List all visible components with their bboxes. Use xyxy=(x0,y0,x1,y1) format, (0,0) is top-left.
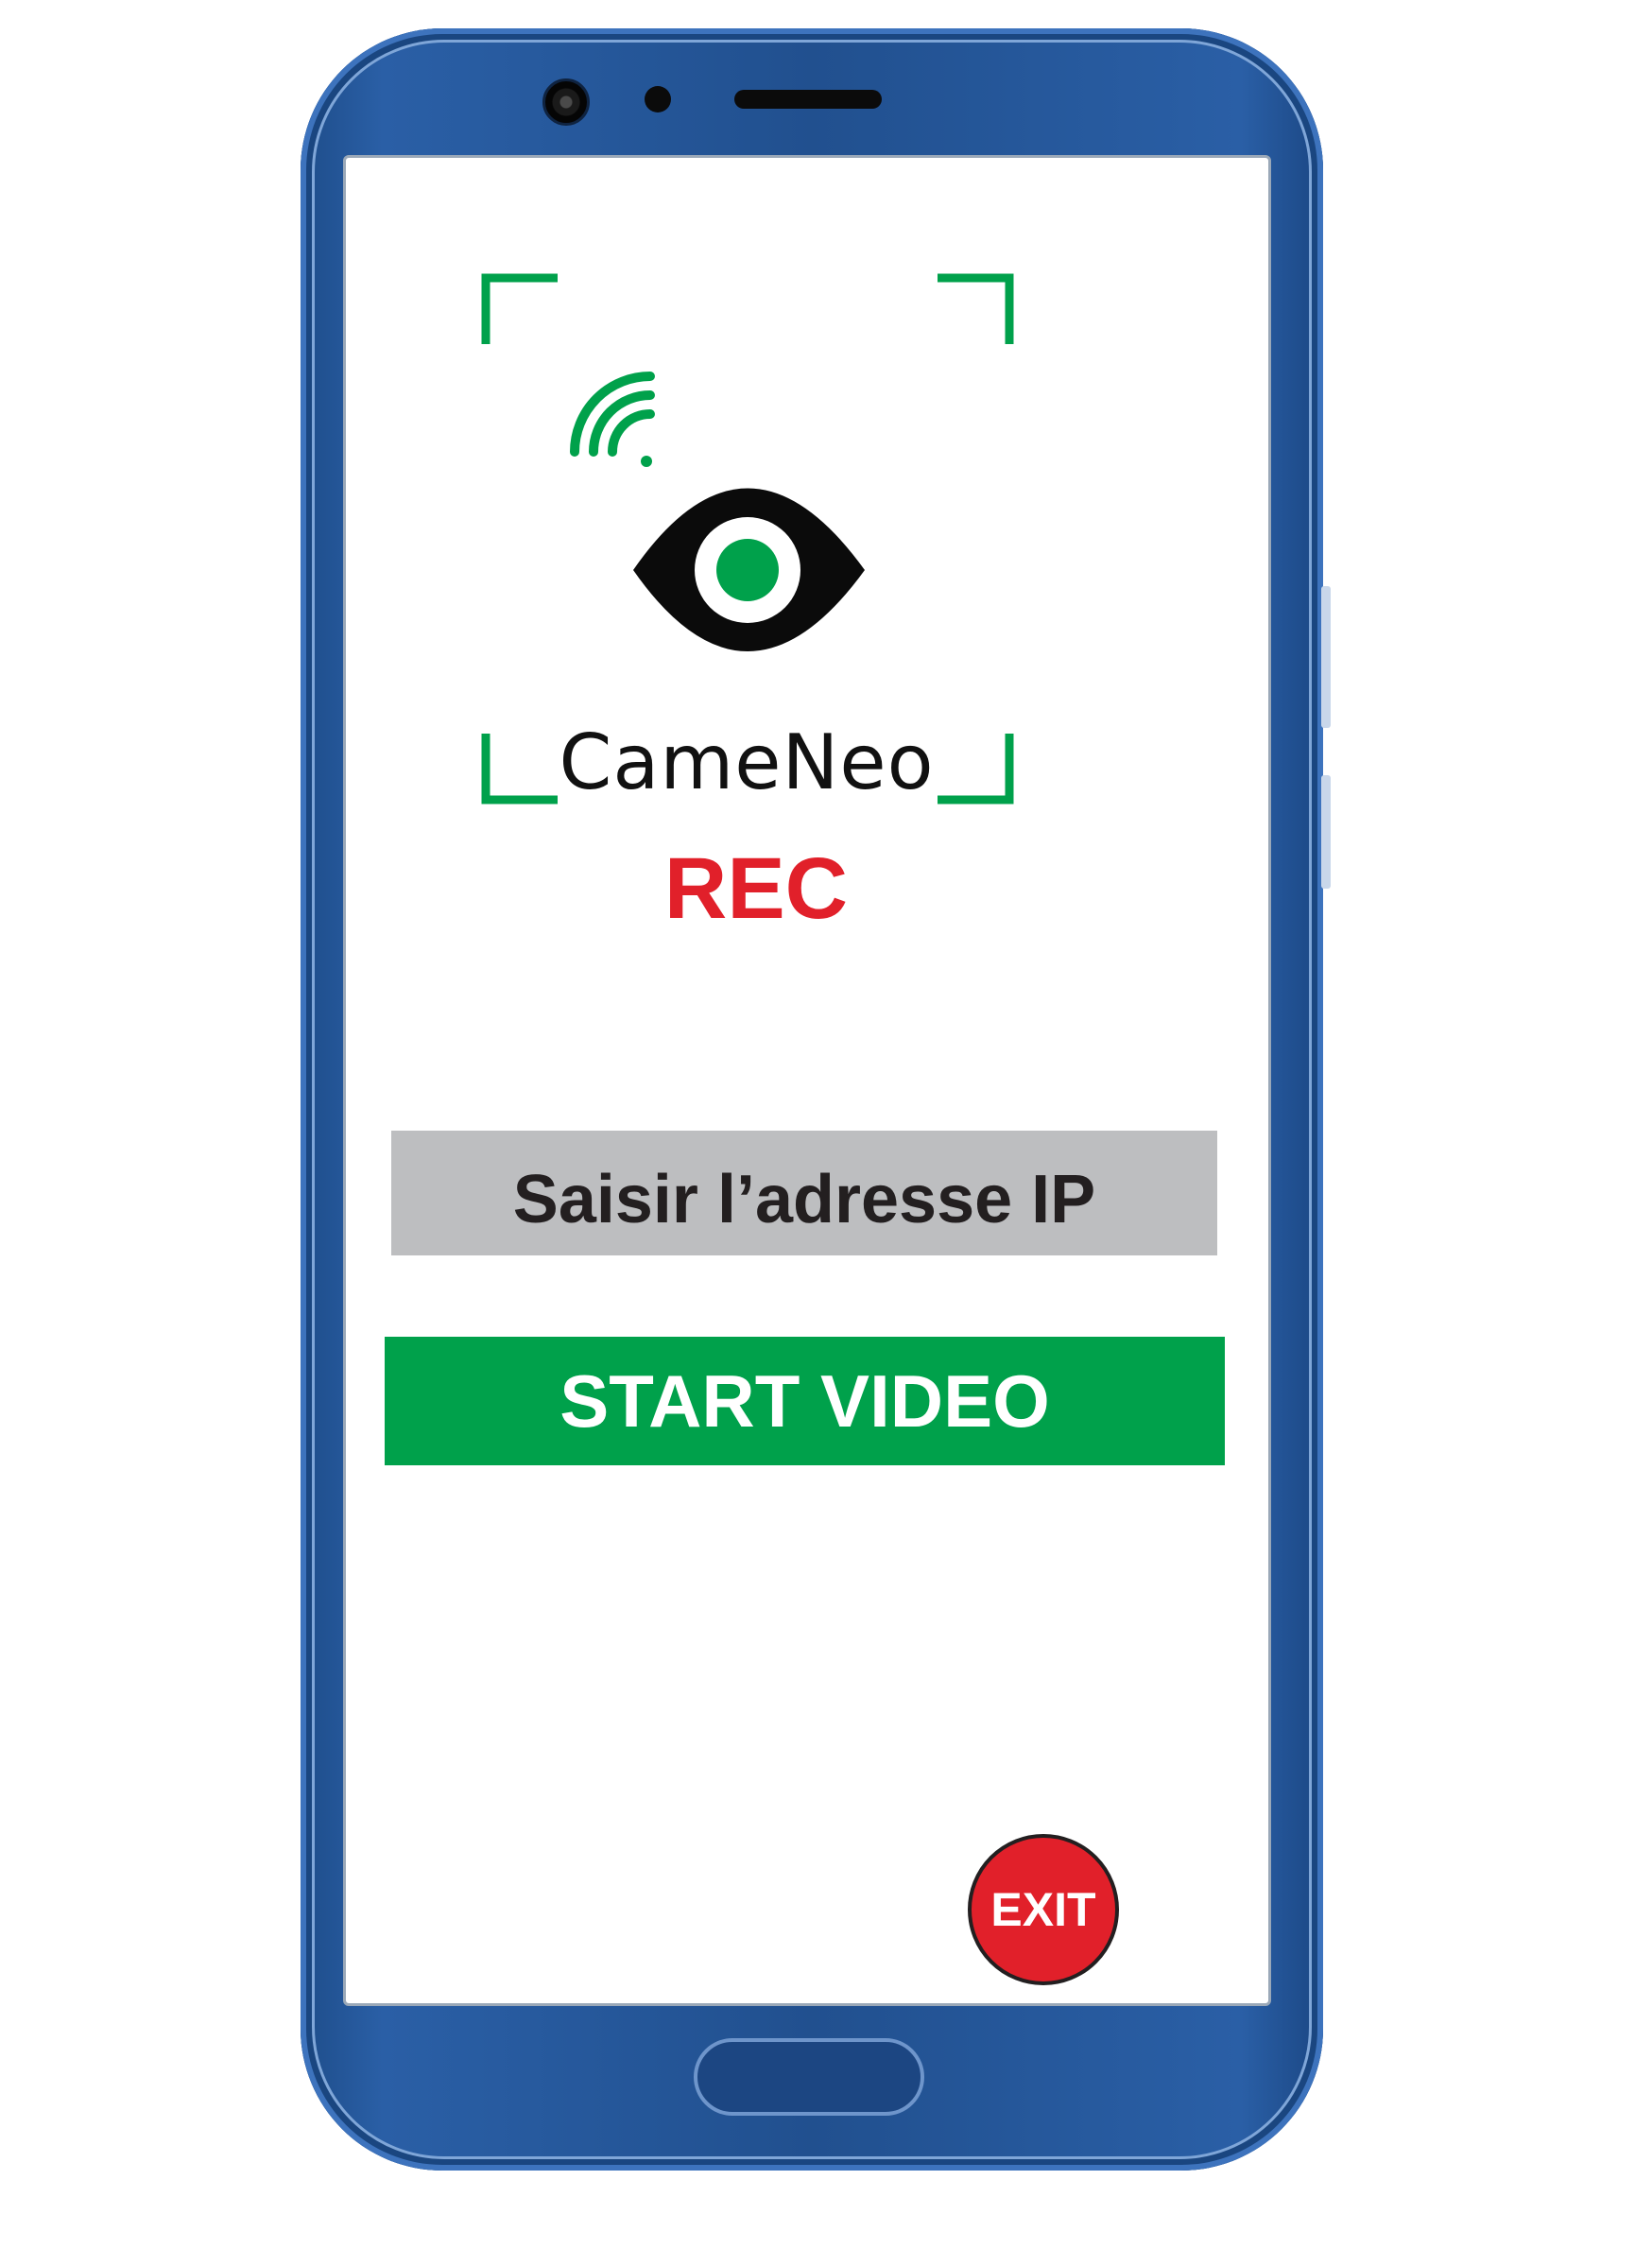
rec-status-label: REC xyxy=(663,840,849,937)
corner-bottom-right xyxy=(938,734,1014,804)
proximity-sensor xyxy=(645,86,671,112)
corner-bottom-left xyxy=(481,734,558,804)
earpiece-speaker xyxy=(734,90,882,109)
volume-button xyxy=(1321,586,1331,728)
corner-top-right xyxy=(938,273,1014,344)
corner-top-left xyxy=(481,273,558,344)
front-camera xyxy=(542,78,590,126)
power-button xyxy=(1321,775,1331,889)
ip-address-input[interactable] xyxy=(391,1131,1217,1255)
home-button[interactable] xyxy=(694,2038,924,2116)
eye-icon xyxy=(633,488,865,651)
app-logo-text: CameNeo xyxy=(559,718,935,806)
exit-button[interactable]: EXIT xyxy=(968,1834,1119,1985)
wifi-icon xyxy=(570,372,655,467)
start-video-button[interactable]: START VIDEO xyxy=(385,1337,1225,1465)
